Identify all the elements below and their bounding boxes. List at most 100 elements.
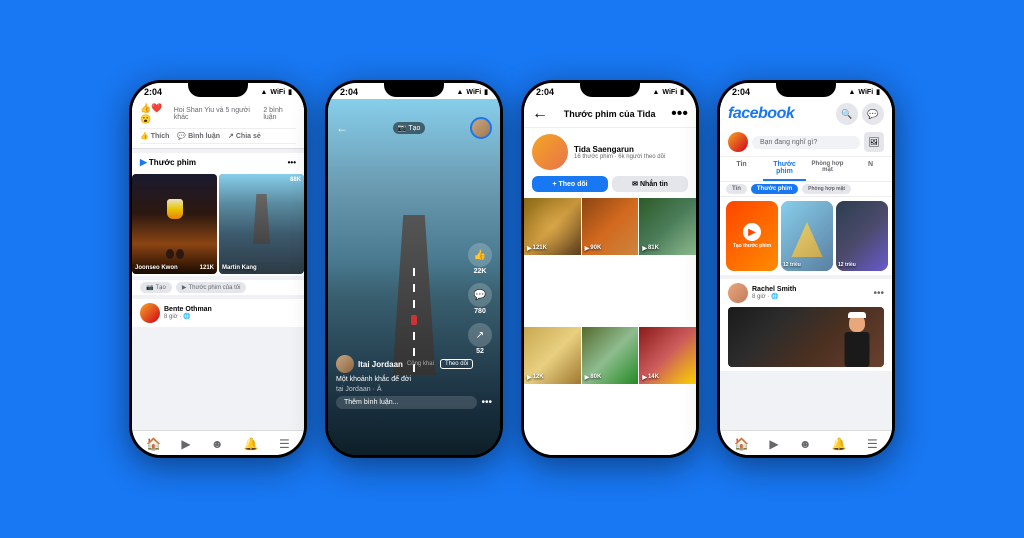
reel-tagged: tại Jordaan · À	[336, 386, 492, 393]
composer-input[interactable]: Bạn đang nghĩ gì?	[752, 136, 860, 149]
post-avatar-1	[140, 303, 160, 323]
reels-nav[interactable]: ▶	[181, 437, 190, 451]
back-btn-3[interactable]: ←	[532, 105, 548, 123]
reel-thumb-2[interactable]: Martin Kang 88K	[219, 174, 304, 274]
more-button[interactable]: •••	[481, 397, 492, 408]
time-2: 2:04	[340, 87, 358, 97]
wifi-icon-4: WiFi	[858, 89, 873, 96]
reels-more-btn[interactable]: •••	[288, 158, 296, 167]
menu-nav-4[interactable]: ☰	[867, 437, 878, 451]
reel2-count: 88K	[290, 177, 301, 183]
profile-title: Thước phim của Tida	[564, 109, 656, 119]
phone2-topbar: ← 📷 Tạo	[328, 113, 500, 143]
photo-upload-btn[interactable]: 🖼	[864, 132, 884, 152]
reel-cell-2[interactable]: ▶ 90K	[582, 198, 639, 255]
share-icon: ↗	[228, 132, 234, 140]
phone2-actions: 👍 22K 💬 780 ↗ 52	[468, 243, 492, 355]
main-tabs: Tin Thước phim Phòng hợp mặt N	[720, 157, 892, 182]
bottom-nav-4: 🏠 ▶ ☻ 🔔 ☰	[720, 430, 892, 455]
reel-caption: Một khoảnh khắc để đời	[336, 376, 492, 383]
subtab-phong-hop[interactable]: Phòng hợp mặt	[802, 184, 851, 194]
subtab-tin[interactable]: Tin	[726, 184, 747, 194]
my-reels-icon: ▶	[182, 284, 187, 291]
status-icons-2: ▲ WiFi ▮	[456, 88, 488, 96]
friends-nav[interactable]: ☻	[211, 437, 224, 451]
notifications-nav[interactable]: 🔔	[244, 437, 259, 451]
phone2-bottom: Itai Jordaan Công khai Theo dõi Một khoả…	[328, 349, 500, 415]
my-reels-pill[interactable]: ▶ Thước phim của tôi	[176, 282, 247, 293]
notifications-nav-4[interactable]: 🔔	[832, 437, 847, 451]
create-reel-label: Tạo thước phim	[733, 243, 771, 249]
post-more-btn[interactable]: •••	[873, 288, 884, 299]
back-button[interactable]: ←	[336, 121, 348, 135]
reel-mini-2[interactable]: 12 triều	[836, 201, 888, 271]
reels-grid-3: ▶ 121K ▶ 90K ▶ 81K ▶ 12K	[524, 198, 696, 455]
reel-cell-5[interactable]: ▶ 80K	[582, 327, 639, 384]
create-icon: 📷	[146, 284, 153, 291]
status-bar-2: 2:04 ▲ WiFi ▮	[328, 83, 500, 99]
reel-author-row: Itai Jordaan Công khai Theo dõi	[336, 355, 492, 373]
comment-input[interactable]: Thêm bình luận...	[336, 396, 477, 409]
home-nav-4[interactable]: 🏠	[734, 437, 749, 451]
friends-nav-4[interactable]: ☻	[799, 437, 812, 451]
tab-n[interactable]: N	[849, 157, 892, 181]
reel-cell-1[interactable]: ▶ 121K	[524, 198, 581, 255]
create-reel-btn[interactable]: ▶ Tạo thước phim	[726, 201, 778, 271]
message-button[interactable]: ✉ Nhắn tin	[612, 176, 688, 192]
reels-nav-4[interactable]: ▶	[769, 437, 778, 451]
phone1-bottom-actions: 📷 Tạo ▶ Thước phim của tôi	[132, 280, 304, 295]
comment-circle: 💬	[468, 283, 492, 307]
reels-section-header: ▶ Thước phim •••	[132, 153, 304, 172]
reel-cell-4[interactable]: ▶ 12K	[524, 327, 581, 384]
profile-avatar-ring[interactable]	[470, 117, 492, 139]
profile-text: Tida Saengarun 16 thước phim · 6k người …	[574, 145, 665, 160]
post-card-header: Rachel Smith 8 giờ · 🌐 •••	[728, 283, 884, 303]
comment-button[interactable]: 💬 Bình luận	[177, 132, 220, 140]
share-circle: ↗	[468, 323, 492, 347]
reels-grid: Joonseo Kwon 121K Martin Kang 88K	[132, 172, 304, 276]
reel1-count: 121K	[200, 265, 214, 271]
create-reel-icon: ▶	[743, 223, 761, 241]
share-button[interactable]: ↗ Chia sẻ	[228, 132, 261, 140]
profile-header: ← Thước phim của Tida •••	[524, 99, 696, 128]
phone2-reel: ← 📷 Tạo 👍 22K 💬 780	[328, 99, 500, 455]
reel-cell-3[interactable]: ▶ 81K	[639, 198, 696, 255]
reel-cell-6[interactable]: ▶ 14K	[639, 327, 696, 384]
search-button[interactable]: 🔍	[836, 103, 858, 125]
battery-icon-2: ▮	[484, 88, 488, 96]
like-action[interactable]: 👍 22K	[468, 243, 492, 275]
tab-phong-hop[interactable]: Phòng hợp mặt	[806, 157, 849, 181]
tab-tin[interactable]: Tin	[720, 157, 763, 181]
subtab-thuoc-phim[interactable]: Thước phim	[751, 184, 798, 194]
reel-follow-btn[interactable]: Theo dõi	[440, 359, 473, 369]
post-author-rachel: Rachel Smith	[752, 286, 796, 293]
more-btn-3[interactable]: •••	[671, 105, 688, 123]
reel-thumb-1[interactable]: Joonseo Kwon 121K	[132, 174, 217, 274]
phone-4: 2:04 ▲ WiFi ▮ facebook 🔍 💬	[717, 80, 895, 458]
post-info-1: Bente Othman 8 giờ · 🌐	[164, 306, 212, 320]
camera-button[interactable]: 📷 Tạo	[393, 122, 426, 134]
home-nav[interactable]: 🏠	[146, 437, 161, 451]
signal-icon-4: ▲	[848, 89, 855, 96]
create-pill[interactable]: 📷 Tạo	[140, 282, 172, 293]
profile-name: Tida Saengarun	[574, 145, 665, 154]
phone1-feed: 👍❤️😮 Hoi Shan Yiu và 5 người khác 2 bình…	[132, 99, 304, 430]
like-button[interactable]: 👍 Thích	[140, 132, 169, 140]
time-4: 2:04	[732, 87, 750, 97]
like-icon: 👍	[140, 132, 149, 140]
reel-mini-1[interactable]: 12 triều	[781, 201, 833, 271]
follow-button[interactable]: + Theo dõi	[532, 176, 608, 192]
comment-action[interactable]: 💬 780	[468, 283, 492, 315]
wifi-icon-3: WiFi	[662, 89, 677, 96]
post-time-1: 8 giờ · 🌐	[164, 313, 212, 320]
reels-label: Thước phim	[149, 158, 196, 167]
time-3: 2:04	[536, 87, 554, 97]
status-bar-3: 2:04 ▲ WiFi ▮	[524, 83, 696, 99]
profile-meta: 16 thước phim · 6k người theo dõi	[574, 154, 665, 160]
reel-mini-1-label: 12 triều	[783, 262, 831, 268]
menu-nav[interactable]: ☰	[279, 437, 290, 451]
tab-thuoc-phim[interactable]: Thước phim	[763, 157, 806, 181]
messenger-button[interactable]: 💬	[862, 103, 884, 125]
comment-count: 780	[474, 308, 486, 315]
signal-icon-2: ▲	[456, 89, 463, 96]
